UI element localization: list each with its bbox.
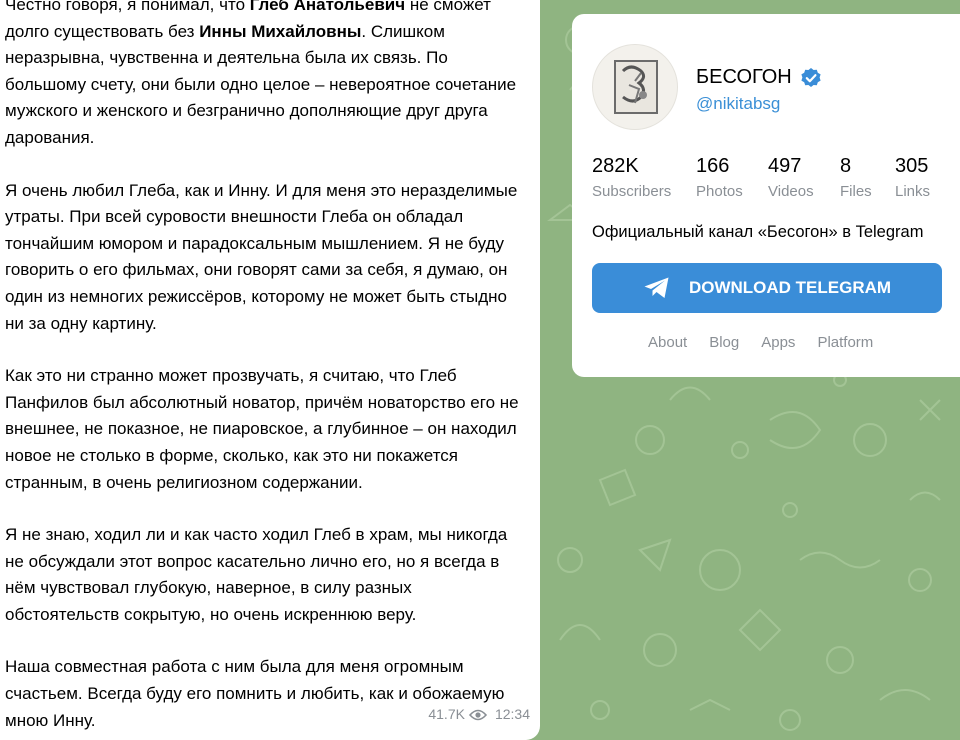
message-paragraph: Как это ни странно может прозвучать, я с… [5, 363, 526, 496]
link-blog[interactable]: Blog [709, 334, 739, 351]
stat-photos: 166 Photos [696, 154, 768, 200]
text-run: Честно говоря, я понимал, что [5, 0, 250, 14]
message-text: Честно говоря, я понимал, что Глеб Анато… [5, 0, 526, 734]
text-run: Я не знаю, ходил ли и как часто ходил Гл… [5, 525, 508, 624]
stat-value: 497 [768, 155, 802, 177]
channel-stats: 282K Subscribers 166 Photos 497 Videos 8… [592, 154, 945, 200]
link-about[interactable]: About [648, 334, 687, 351]
telegram-plane-icon [644, 277, 669, 298]
stat-value: 282K [592, 155, 639, 177]
stat-files: 8 Files [840, 154, 895, 200]
message-meta: 41.7K 12:34 [428, 701, 530, 728]
post-time: 12:34 [494, 706, 530, 723]
footer-links: About Blog Apps Platform [648, 334, 873, 351]
channel-logo [614, 60, 658, 114]
channel-name-row: БЕСОГОН [696, 66, 822, 89]
message-paragraph: Честно говоря, я понимал, что Глеб Анато… [5, 0, 526, 152]
stat-value: 305 [895, 155, 929, 177]
channel-card: БЕСОГОН @nikitabsg 282K Subscribers 166 … [572, 14, 960, 377]
download-telegram-button[interactable]: DOWNLOAD TELEGRAM [592, 263, 942, 313]
stat-label: Links [895, 183, 931, 200]
download-telegram-label: DOWNLOAD TELEGRAM [688, 278, 892, 297]
bold-text: Глеб Анатольевич [249, 0, 406, 14]
stat-label: Subscribers [592, 183, 672, 200]
stat-value: 8 [840, 155, 852, 177]
link-apps[interactable]: Apps [761, 334, 795, 351]
channel-name: БЕСОГОН [696, 66, 792, 88]
views-count: 41.7K [428, 706, 465, 723]
text-run: Как это ни странно может прозвучать, я с… [5, 366, 519, 492]
stat-value: 166 [696, 155, 730, 177]
bold-text: Инны Михайловны [199, 21, 362, 41]
stat-label: Files [840, 183, 872, 200]
channel-username[interactable]: @nikitabsg [696, 94, 780, 114]
channel-avatar[interactable] [592, 44, 678, 130]
stat-label: Videos [768, 183, 814, 200]
text-run: Я очень любил Глеба, как и Инну. И для м… [5, 180, 518, 333]
link-platform[interactable]: Platform [817, 334, 873, 351]
message-paragraph: Я очень любил Глеба, как и Инну. И для м… [5, 178, 526, 338]
stat-videos: 497 Videos [768, 154, 840, 200]
eye-icon [468, 709, 487, 720]
message-paragraph: Я не знаю, ходил ли и как часто ходил Гл… [5, 522, 526, 628]
verified-badge-icon [801, 67, 821, 87]
stat-label: Photos [696, 183, 743, 200]
channel-description: Официальный канал «Бесогон» в Telegram [592, 223, 924, 241]
message-post: Честно говоря, я понимал, что Глеб Анато… [0, 0, 540, 740]
stat-links: 305 Links [895, 154, 945, 200]
stat-subscribers: 282K Subscribers [592, 154, 696, 200]
